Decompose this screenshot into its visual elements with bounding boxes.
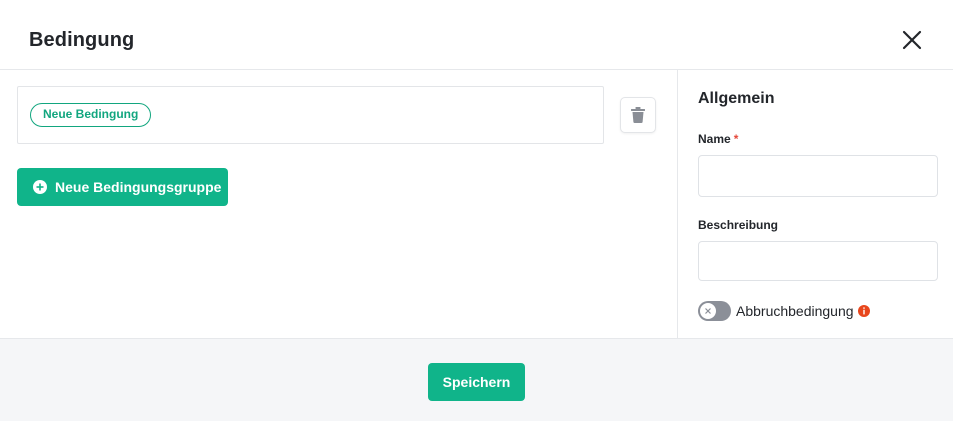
condition-editor: Neue Bedingung Neue Bedingungsgruppe	[0, 70, 677, 338]
close-icon	[902, 30, 922, 50]
toggle-off-icon	[700, 303, 716, 319]
dialog-title: Bedingung	[29, 29, 135, 51]
abort-condition-row: Abbruchbedingung	[698, 300, 870, 322]
name-label-text: Name	[698, 132, 731, 146]
description-field[interactable]	[698, 241, 938, 281]
close-button[interactable]	[898, 26, 926, 54]
general-section-title: Allgemein	[698, 90, 775, 107]
dialog-footer: Speichern	[0, 338, 953, 421]
abort-condition-toggle[interactable]	[698, 301, 731, 321]
abort-condition-label: Abbruchbedingung	[736, 303, 854, 319]
name-field[interactable]	[698, 155, 938, 197]
general-panel: Allgemein Name * Beschreibung Abbruchbedi…	[677, 70, 953, 338]
required-marker: *	[733, 132, 739, 146]
new-condition-chip[interactable]: Neue Bedingung	[30, 103, 152, 127]
add-condition-group-button[interactable]: Neue Bedingungsgruppe	[17, 168, 228, 206]
description-label: Beschreibung	[698, 218, 779, 232]
save-button[interactable]: Speichern	[428, 363, 525, 401]
delete-group-button[interactable]	[620, 97, 656, 133]
add-group-label: Neue Bedingungsgruppe	[55, 179, 222, 195]
dialog-header: Bedingung	[0, 0, 953, 70]
trash-icon	[631, 107, 645, 123]
info-icon[interactable]	[857, 305, 870, 317]
plus-circle-icon	[33, 180, 47, 194]
condition-dialog: Bedingung Neue Bedingung Neue Bedingungs…	[0, 0, 953, 421]
name-label: Name *	[698, 132, 738, 146]
condition-group-box: Neue Bedingung	[17, 86, 604, 144]
